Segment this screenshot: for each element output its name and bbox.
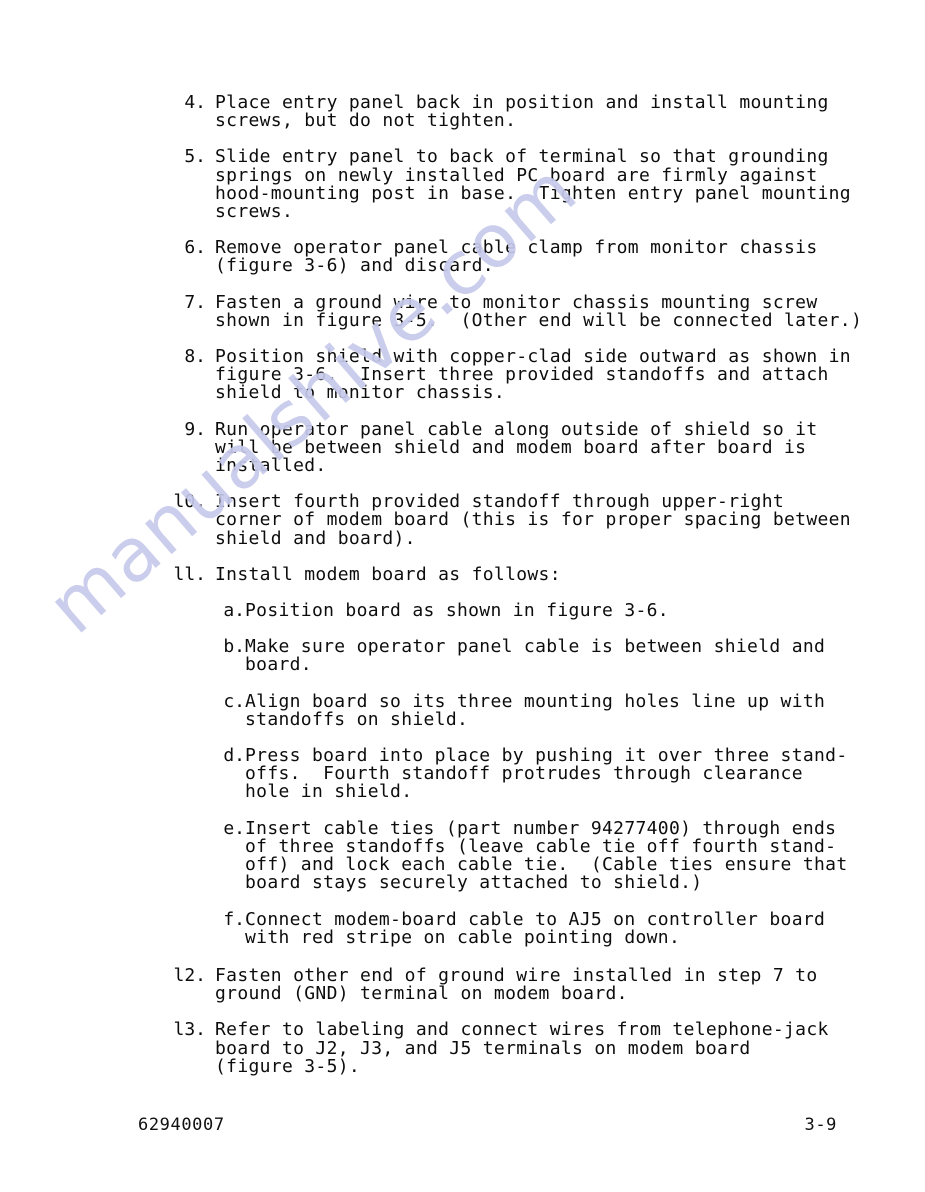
step-item: l3. Refer to labeling and connect wires …	[0, 1021, 925, 1076]
step-marker: ll.	[173, 563, 206, 585]
step-marker: 5.	[184, 146, 206, 168]
substep-list: a. Position board as shown in figure 3-6…	[0, 600, 925, 948]
step-text: Place entry panel back in position and i…	[215, 92, 829, 132]
step-item: 4. Place entry panel back in position an…	[0, 92, 925, 132]
step-item: ll. Install modem board as follows:	[0, 563, 925, 585]
step-text: Slide entry panel to back of terminal so…	[215, 146, 851, 223]
step-marker: 9.	[184, 418, 206, 440]
step-text: Run operator panel cable along outside o…	[215, 418, 818, 477]
substep-marker: e.	[223, 817, 245, 839]
step-marker: l2.	[173, 964, 206, 986]
step-item: 6. Remove operator panel cable clamp fro…	[0, 237, 925, 277]
step-marker: l0.	[173, 491, 206, 513]
manual-page: manualshive.com 4. Place entry panel bac…	[0, 0, 925, 1192]
substep-marker: a.	[223, 600, 245, 622]
substep-text: Press board into place by pushing it ove…	[245, 745, 848, 803]
page-content: 4. Place entry panel back in position an…	[0, 0, 925, 1076]
step-item: l2. Fasten other end of ground wire inst…	[0, 964, 925, 1005]
substep-marker: d.	[223, 745, 245, 767]
step-text: Refer to labeling and connect wires from…	[215, 1019, 829, 1077]
substep-item: b. Make sure operator panel cable is bet…	[0, 636, 925, 676]
substep-item: e. Insert cable ties (part number 942774…	[0, 817, 925, 894]
substep-marker: f.	[223, 908, 245, 930]
substep-item: f. Connect modem-board cable to AJ5 on c…	[0, 908, 925, 948]
step-marker: 4.	[184, 92, 206, 113]
step-item: 7. Fasten a ground wire to monitor chass…	[0, 291, 925, 331]
step-text: Install modem board as follows:	[215, 563, 561, 585]
step-item: 9. Run operator panel cable along outsid…	[0, 418, 925, 477]
substep-item: a. Position board as shown in figure 3-6…	[0, 600, 925, 622]
step-text: Fasten other end of ground wire installe…	[215, 964, 818, 1005]
step-marker: 6.	[184, 237, 206, 259]
step-marker: l3.	[173, 1019, 206, 1041]
substep-marker: c.	[223, 690, 245, 712]
step-marker: 8.	[184, 346, 206, 368]
substep-text: Make sure operator panel cable is betwee…	[245, 636, 826, 676]
step-item: 5. Slide entry panel to back of terminal…	[0, 148, 925, 221]
step-text: Insert fourth provided standoff through …	[215, 491, 851, 549]
substep-marker: b.	[223, 636, 245, 658]
step-item: l0. Insert fourth provided standoff thro…	[0, 493, 925, 548]
page-footer: 62940007 3-9	[0, 1115, 925, 1139]
step-text: Fasten a ground wire to monitor chassis …	[215, 291, 863, 331]
substep-text: Align board so its three mounting holes …	[245, 690, 826, 730]
step-item: 8. Position shield with copper-clad side…	[0, 346, 925, 404]
step-text: Remove operator panel cable clamp from m…	[215, 237, 818, 277]
substep-text: Position board as shown in figure 3-6.	[245, 600, 669, 622]
page-number: 3-9	[804, 1115, 837, 1135]
step-marker: 7.	[184, 291, 206, 313]
step-text: Position shield with copper-clad side ou…	[215, 346, 851, 404]
substep-text: Insert cable ties (part number 94277400)…	[245, 817, 848, 894]
substep-item: c. Align board so its three mounting hol…	[0, 690, 925, 730]
substep-item: d. Press board into place by pushing it …	[0, 745, 925, 803]
substep-text: Connect modem-board cable to AJ5 on cont…	[245, 908, 826, 948]
document-number: 62940007	[138, 1115, 225, 1135]
